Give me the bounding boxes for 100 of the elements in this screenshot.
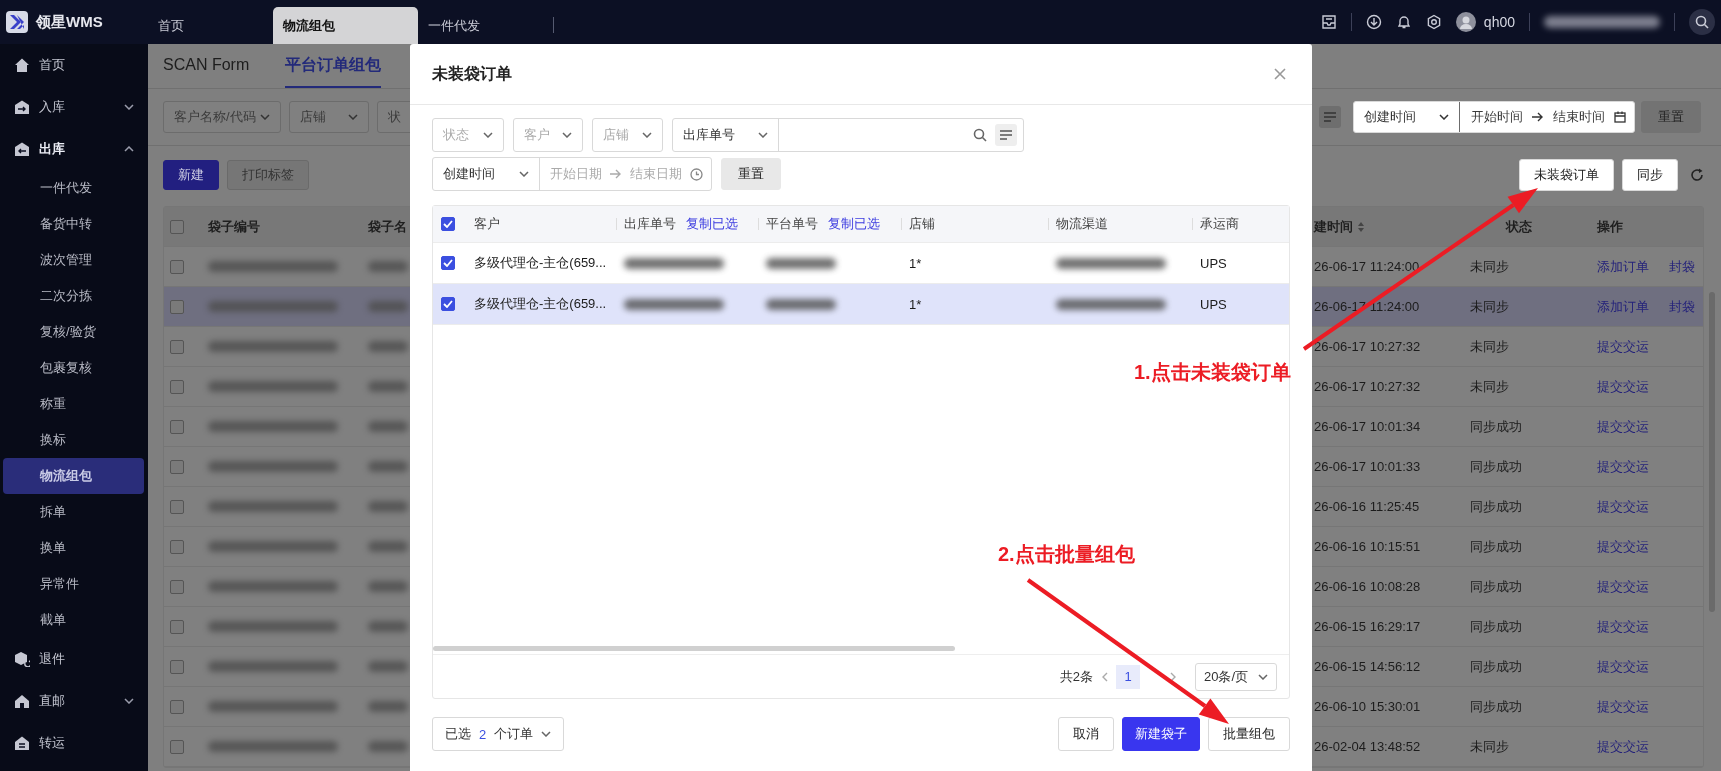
close-icon[interactable]	[1274, 68, 1286, 80]
blurred-text	[368, 501, 408, 512]
checkbox[interactable]	[441, 217, 455, 231]
blurred-text	[368, 261, 408, 272]
search-icon	[973, 128, 987, 142]
filter-toggle-button[interactable]	[1319, 106, 1341, 128]
sidebar-subitem[interactable]: 拆单	[3, 494, 144, 530]
toolbar-button[interactable]: 未装袋订单	[1519, 159, 1614, 191]
scrollbar[interactable]	[433, 646, 955, 651]
blurred-text	[368, 621, 408, 632]
toolbar-button[interactable]: 同步	[1622, 159, 1678, 191]
date-type-select[interactable]: 创建时间	[433, 158, 540, 190]
checkbox[interactable]	[170, 259, 184, 274]
column-header: 物流渠道	[1056, 215, 1108, 233]
checkbox[interactable]	[170, 739, 184, 754]
checkbox[interactable]	[170, 619, 184, 634]
end-date-placeholder: 结束时间	[1553, 108, 1605, 126]
house-icon	[14, 693, 30, 709]
new-button[interactable]: 新建	[163, 160, 219, 190]
inbox-icon[interactable]	[1320, 14, 1337, 30]
date-range-field[interactable]: 创建时间 开始时间 结束时间	[1353, 101, 1635, 133]
search-button[interactable]	[1689, 9, 1715, 35]
reset-button[interactable]: 重置	[721, 158, 781, 190]
table-cell: 同步成功	[1470, 537, 1522, 556]
checkbox[interactable]	[170, 499, 184, 514]
sidebar-item[interactable]: 直邮	[0, 680, 148, 722]
page-button[interactable]: 1	[1116, 664, 1140, 689]
chevron-right-icon[interactable]	[1170, 671, 1177, 682]
tab[interactable]: SCAN Form	[163, 44, 250, 88]
page-tab[interactable]: 物流组包	[273, 7, 418, 44]
sidebar-item[interactable]: 首页	[0, 44, 148, 86]
table-cell: 多级代理仓-主仓(659...	[474, 295, 607, 313]
page-tab[interactable]: 一件代发	[418, 7, 543, 44]
table-cell: 26-06-17 10:27:32	[1314, 339, 1421, 354]
blurred-text	[368, 701, 408, 712]
search-icon	[1695, 15, 1709, 29]
table-cell: 同步成功	[1470, 657, 1522, 676]
sidebar-subitem[interactable]: 波次管理	[3, 242, 144, 278]
refresh-icon[interactable]	[1690, 168, 1704, 182]
sidebar-subitem[interactable]: 一件代发	[3, 170, 144, 206]
annotation-text: 2.点击批量组包	[998, 542, 1135, 567]
checkbox[interactable]	[170, 339, 184, 354]
sidebar-subitem[interactable]: 包裹复核	[3, 350, 144, 386]
date-range-field[interactable]: 创建时间 开始日期 结束日期	[432, 157, 712, 191]
table-cell: 26-06-17 10:27:32	[1314, 379, 1421, 394]
selection-dropdown[interactable]: 已选 2 个订单	[432, 717, 564, 751]
chevron-left-icon[interactable]	[1101, 671, 1108, 682]
checkbox[interactable]	[170, 459, 184, 474]
table-cell: 未同步	[1470, 297, 1509, 316]
search-field[interactable]: 出库单号	[672, 118, 1024, 152]
dialog-button[interactable]: 取消	[1058, 717, 1114, 751]
date-type-select[interactable]: 创建时间	[1354, 102, 1460, 132]
blurred-text	[368, 381, 408, 392]
sidebar-subitem[interactable]: 二次分拣	[3, 278, 144, 314]
copy-selected-link[interactable]: 复制已选	[828, 215, 880, 233]
column-header: 平台单号	[766, 215, 818, 233]
user-name[interactable]: qh00	[1483, 14, 1515, 30]
checkbox[interactable]	[170, 299, 184, 314]
sidebar-subitem[interactable]: 称重	[3, 386, 144, 422]
checkbox[interactable]	[170, 659, 184, 674]
bell-icon[interactable]	[1395, 14, 1412, 30]
page-tab[interactable]: 首页	[148, 7, 273, 44]
checkbox[interactable]	[441, 256, 455, 270]
checkbox[interactable]	[170, 419, 184, 434]
sidebar-subitem[interactable]: 备货中转	[3, 206, 144, 242]
table-cell: 1*	[909, 255, 922, 271]
checkbox[interactable]	[170, 699, 184, 714]
column-header: 状态	[1506, 217, 1532, 236]
dialog-button[interactable]: 批量组包	[1208, 717, 1290, 751]
sidebar-item[interactable]: 退件	[0, 638, 148, 680]
sidebar-subitem[interactable]: 异常件	[3, 566, 144, 602]
sidebar-subitem[interactable]: 换单	[3, 530, 144, 566]
sidebar-subitem[interactable]: 复核/验货	[3, 314, 144, 350]
arrow-right-icon	[610, 169, 622, 179]
settings-icon[interactable]	[1425, 14, 1442, 30]
sidebar-subitem[interactable]: 换标	[3, 422, 144, 458]
table-cell: 同步成功	[1470, 577, 1522, 596]
table-cell: 26-06-17 11:24:00	[1314, 299, 1420, 314]
sidebar-subitem[interactable]: 截单	[3, 602, 144, 638]
sidebar-item[interactable]: 转运	[0, 722, 148, 764]
avatar-icon[interactable]	[1455, 12, 1476, 32]
blurred-text	[766, 257, 836, 269]
copy-selected-link[interactable]: 复制已选	[686, 215, 738, 233]
sidebar-subitem[interactable]: 物流组包	[3, 458, 144, 494]
download-icon[interactable]	[1365, 14, 1382, 30]
checkbox[interactable]	[441, 297, 455, 311]
search-type-select[interactable]: 出库单号	[673, 119, 779, 151]
sidebar-label: 首页	[39, 56, 66, 74]
checkbox[interactable]	[170, 579, 184, 594]
checkbox[interactable]	[170, 219, 184, 234]
checkbox[interactable]	[170, 379, 184, 394]
filter-toggle-button[interactable]	[995, 124, 1017, 146]
checkbox[interactable]	[170, 539, 184, 554]
dialog-button[interactable]: 新建袋子	[1122, 717, 1200, 751]
page-size-select[interactable]: 20条/页	[1195, 662, 1277, 691]
selection-label: 已选	[445, 725, 471, 743]
sidebar-item[interactable]: 入库	[0, 86, 148, 128]
blurred-text	[368, 741, 408, 752]
column-header: 出库单号	[624, 215, 676, 233]
sidebar-item[interactable]: 出库	[0, 128, 148, 170]
